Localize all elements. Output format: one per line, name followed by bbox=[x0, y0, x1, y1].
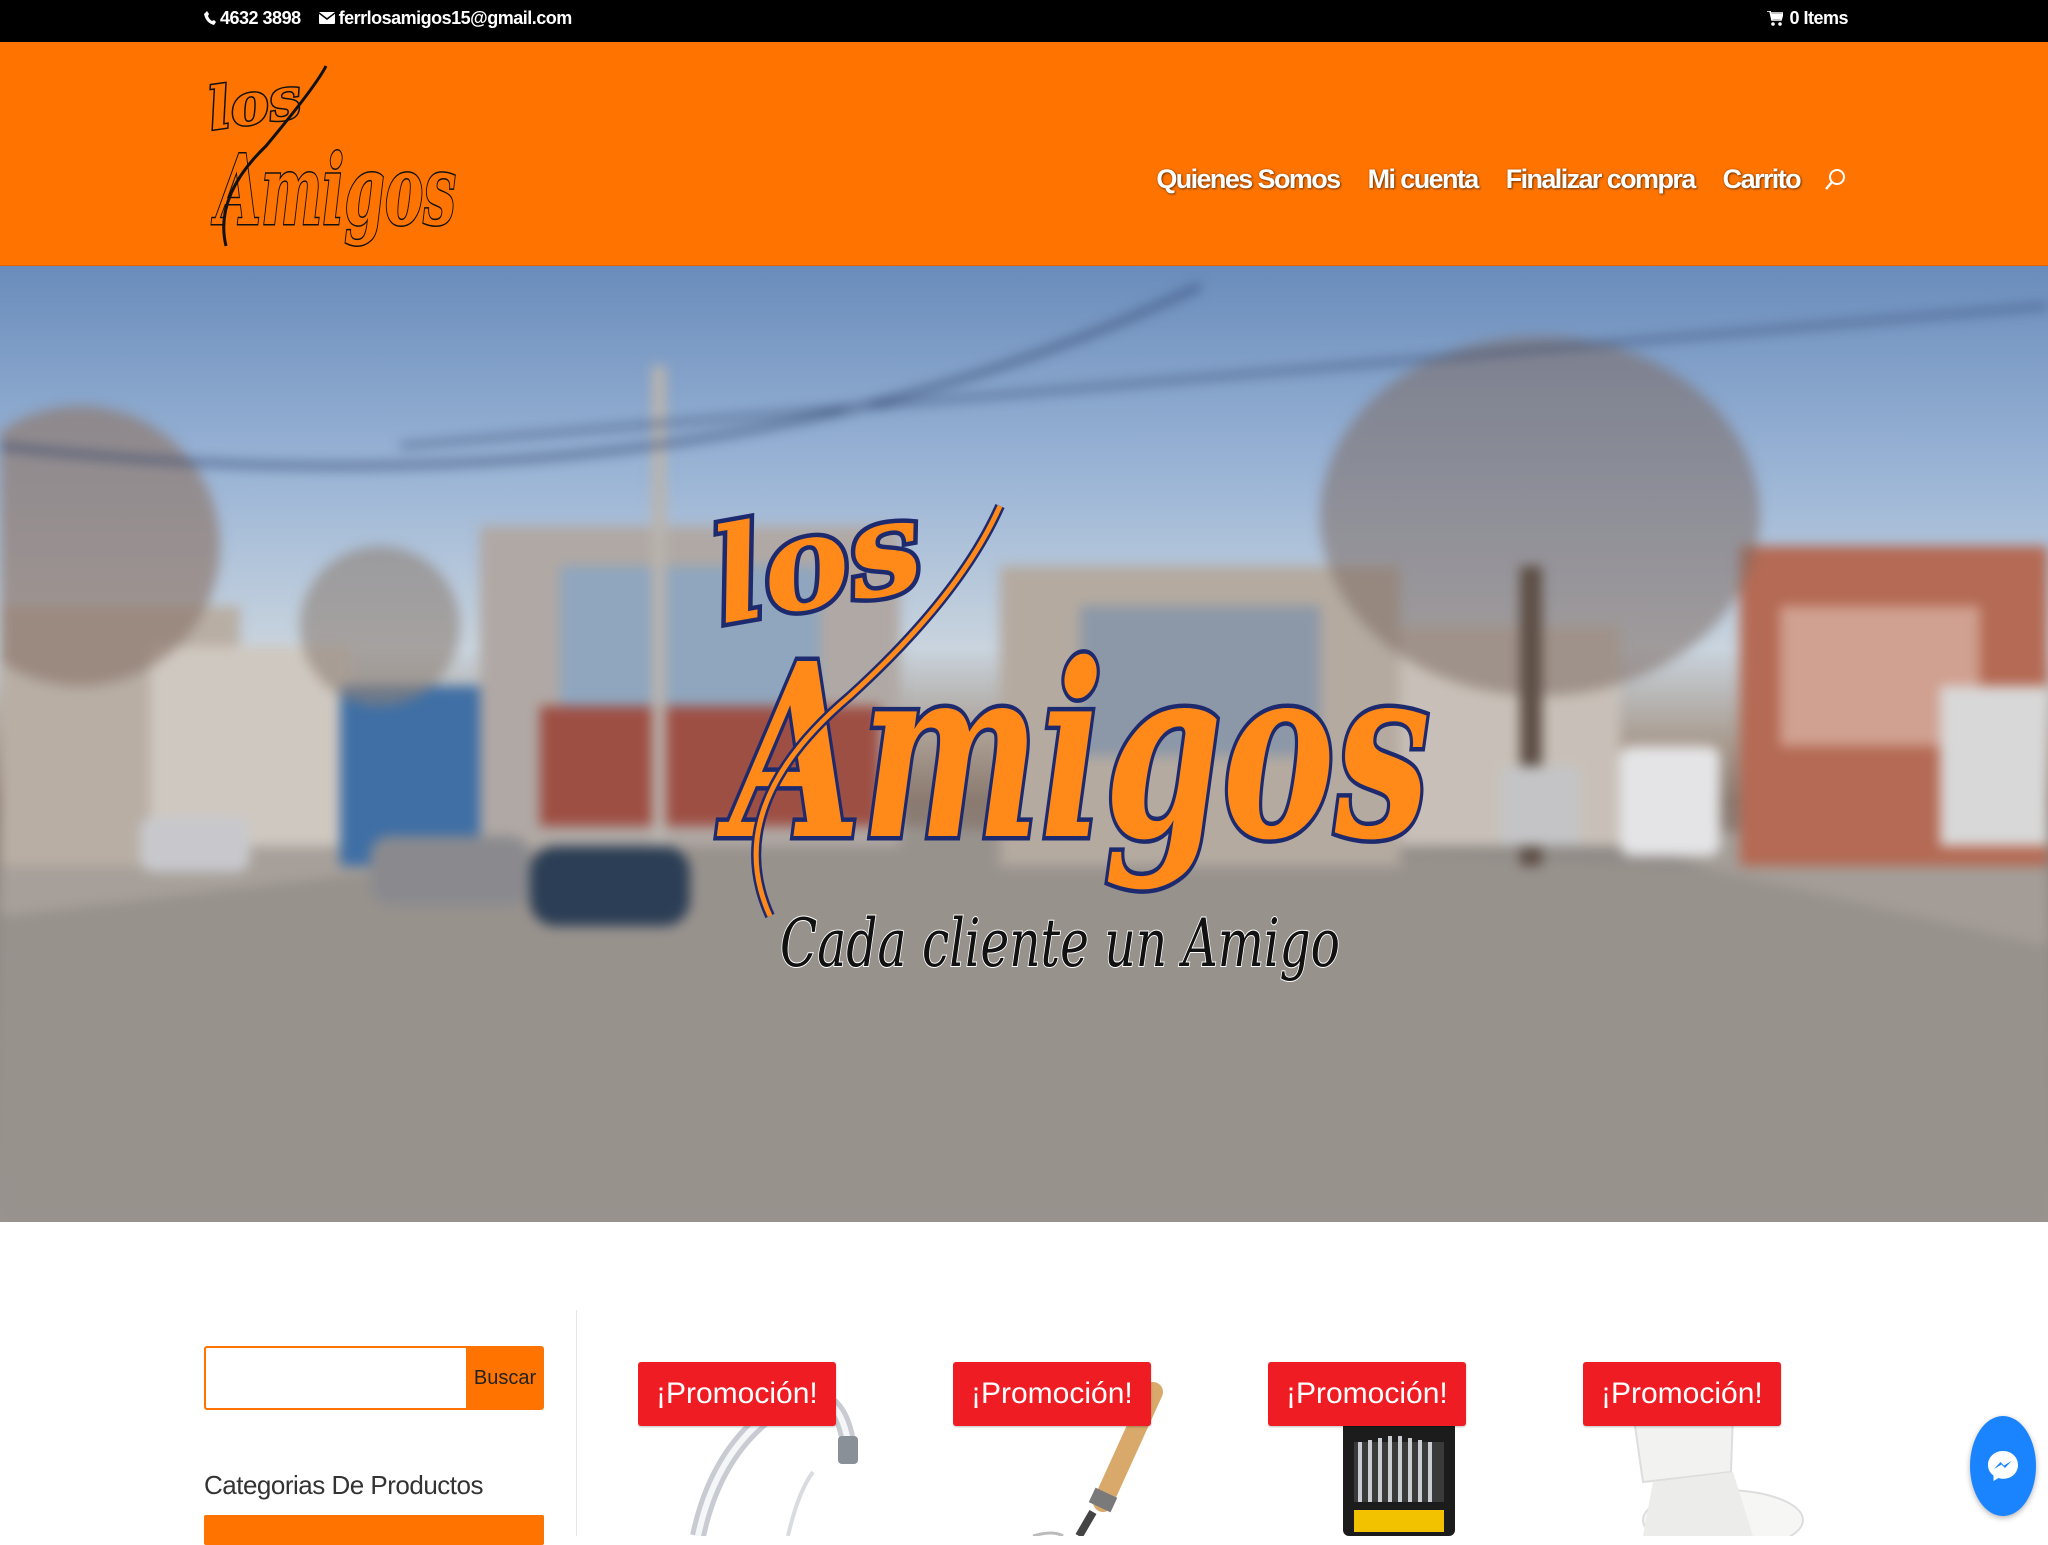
hero-banner: los Amigos Cada cliente un Amigo bbox=[0, 266, 2048, 1222]
promo-badge: ¡Promoción! bbox=[1268, 1362, 1466, 1426]
phone-icon bbox=[204, 11, 216, 25]
promo-badge: ¡Promoción! bbox=[638, 1362, 836, 1426]
phone-number: 4632 3898 bbox=[220, 7, 301, 28]
content-divider bbox=[576, 1310, 577, 1536]
product-search-form: Buscar bbox=[204, 1346, 544, 1410]
product-card[interactable]: ¡Promoción! bbox=[1583, 1352, 1833, 1536]
logo-word-los: los bbox=[206, 63, 305, 143]
sidebar: Buscar Categorias De Productos bbox=[204, 1346, 544, 1545]
contact-info: 4632 3898 ferrlosamigos15@gmail.com bbox=[204, 0, 572, 36]
phone-link[interactable]: 4632 3898 bbox=[204, 8, 301, 29]
site-header: los Amigos Quienes Somos Mi cuenta Final… bbox=[0, 42, 2048, 266]
logo-word-amigos: Amigos bbox=[211, 134, 456, 247]
hero-logo: los Amigos Cada cliente un Amigo bbox=[700, 463, 1435, 983]
product-card[interactable]: ¡Promoción! bbox=[1268, 1352, 1518, 1536]
product-card[interactable]: ¡Promoción! bbox=[953, 1352, 1203, 1536]
mail-icon bbox=[318, 12, 335, 24]
cart-icon bbox=[1767, 10, 1784, 26]
hero-logo-word-amigos: Amigos bbox=[717, 611, 1430, 893]
product-search-input[interactable] bbox=[204, 1346, 466, 1410]
top-bar: 4632 3898 ferrlosamigos15@gmail.com 0 It… bbox=[0, 0, 2048, 42]
search-button[interactable]: Buscar bbox=[466, 1346, 544, 1410]
site-logo[interactable]: los Amigos bbox=[206, 46, 466, 268]
email-address: ferrlosamigos15@gmail.com bbox=[338, 7, 573, 28]
main-nav: Quienes Somos Mi cuenta Finalizar compra… bbox=[1156, 154, 1848, 204]
promo-badge: ¡Promoción! bbox=[953, 1362, 1151, 1426]
email-link[interactable]: ferrlosamigos15@gmail.com bbox=[318, 7, 573, 29]
nav-quienes-somos[interactable]: Quienes Somos bbox=[1156, 164, 1341, 195]
cart-top-link[interactable]: 0 Items bbox=[1767, 0, 1848, 36]
product-card[interactable]: ¡Promoción! bbox=[638, 1352, 888, 1536]
promo-badge: ¡Promoción! bbox=[1583, 1362, 1781, 1426]
categories-title: Categorias De Productos bbox=[204, 1470, 483, 1500]
messenger-icon bbox=[1988, 1451, 2018, 1481]
cart-count: 0 Items bbox=[1789, 7, 1848, 28]
hero-tagline: Cada cliente un Amigo bbox=[780, 905, 1340, 982]
nav-mi-cuenta[interactable]: Mi cuenta bbox=[1368, 164, 1480, 195]
nav-finalizar-compra[interactable]: Finalizar compra bbox=[1506, 164, 1697, 195]
messenger-chat-button[interactable] bbox=[1970, 1416, 2036, 1516]
nav-carrito[interactable]: Carrito bbox=[1723, 164, 1802, 195]
search-icon[interactable] bbox=[1824, 167, 1848, 191]
categories-dropdown[interactable] bbox=[204, 1515, 544, 1545]
